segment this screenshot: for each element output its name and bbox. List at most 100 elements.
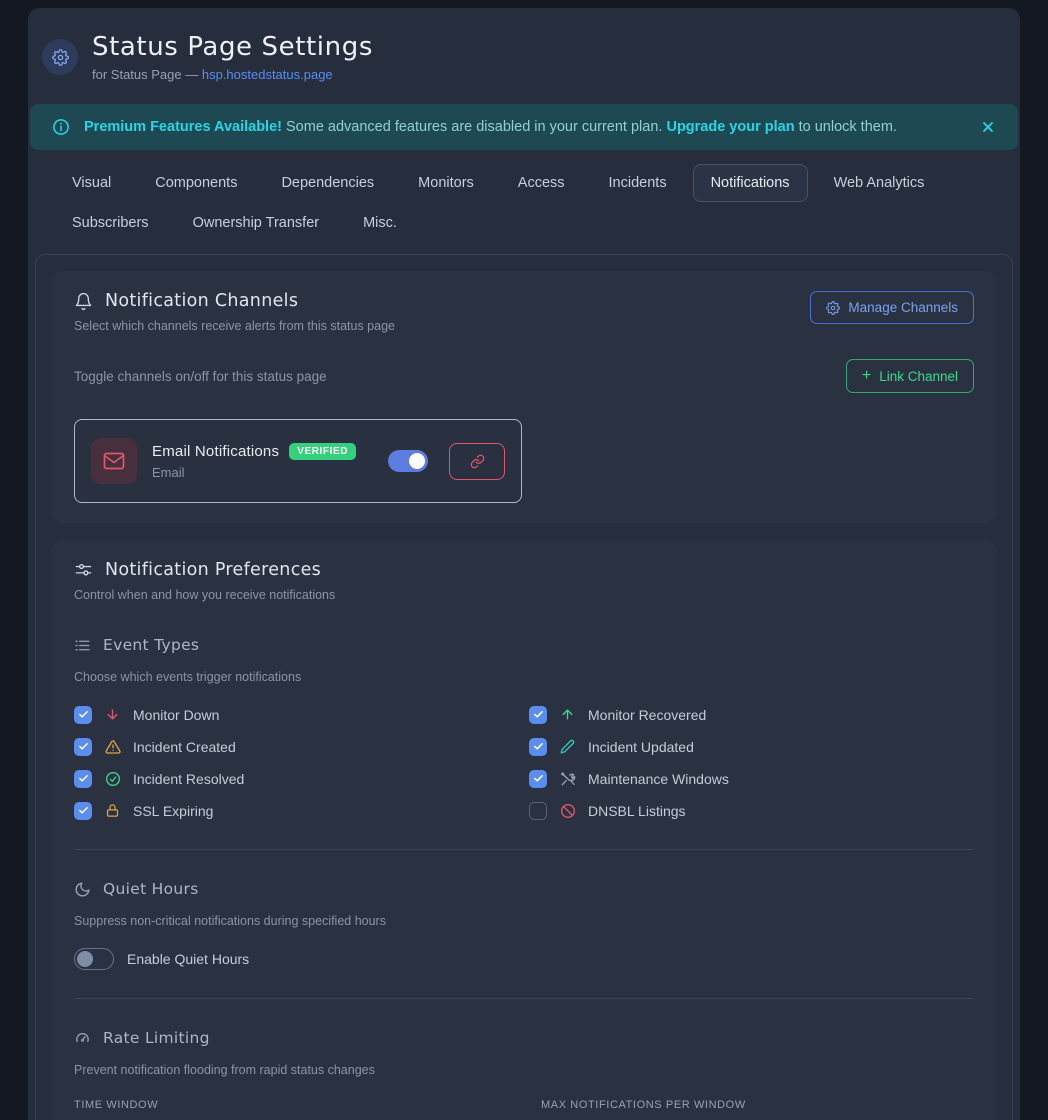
incident-resolved-checkbox[interactable] <box>74 770 92 788</box>
tab-monitors[interactable]: Monitors <box>400 164 492 202</box>
channel-type: Email <box>152 465 373 480</box>
tab-ownership-transfer[interactable]: Ownership Transfer <box>175 204 338 242</box>
link-channel-label: Link Channel <box>879 369 958 384</box>
settings-window: Status Page Settings for Status Page — h… <box>28 8 1020 1120</box>
check-circle-icon <box>104 771 121 787</box>
event-types-heading: Event Types <box>74 636 974 654</box>
banner-middle: Some advanced features are disabled in y… <box>282 119 666 135</box>
plus-icon: + <box>862 368 871 384</box>
pencil-icon <box>559 739 576 754</box>
event-label: SSL Expiring <box>133 803 213 819</box>
tab-dependencies[interactable]: Dependencies <box>263 164 392 202</box>
info-circle-icon <box>52 118 70 136</box>
verified-badge: VERIFIED <box>289 443 356 460</box>
premium-banner: Premium Features Available! Some advance… <box>30 104 1018 150</box>
arrow-up-icon <box>559 707 576 722</box>
toggle-hint: Toggle channels on/off for this status p… <box>74 369 327 384</box>
warning-triangle-icon <box>104 739 121 755</box>
monitor-down-checkbox[interactable] <box>74 706 92 724</box>
quiet-hours-subtitle: Suppress non-critical notifications duri… <box>74 914 974 928</box>
channel-name: Email Notifications <box>152 443 279 460</box>
quiet-hours-heading: Quiet Hours <box>74 880 974 898</box>
event-types-grid: Monitor Down Monitor Recovered Incident … <box>74 704 974 821</box>
gear-icon <box>826 301 840 315</box>
subtitle-text: for Status Page — <box>92 67 202 82</box>
preferences-title-row: Notification Preferences <box>74 560 974 580</box>
event-label: Monitor Down <box>133 707 219 723</box>
tab-subscribers[interactable]: Subscribers <box>54 204 167 242</box>
section-divider <box>74 849 974 850</box>
channels-title: Notification Channels <box>105 291 298 311</box>
event-incident-updated: Incident Updated <box>529 736 974 757</box>
tab-access[interactable]: Access <box>500 164 583 202</box>
rate-limiting-subtitle: Prevent notification flooding from rapid… <box>74 1063 974 1077</box>
manage-channels-button[interactable]: Manage Channels <box>810 291 974 324</box>
tab-notifications[interactable]: Notifications <box>693 164 808 202</box>
sliders-icon <box>74 561 93 580</box>
section-divider <box>74 998 974 999</box>
tab-incidents[interactable]: Incidents <box>591 164 685 202</box>
upgrade-plan-link[interactable]: Upgrade your plan <box>666 119 794 135</box>
settings-tabs: Visual Components Dependencies Monitors … <box>28 150 1020 242</box>
banner-text: Premium Features Available! Some advance… <box>84 119 897 135</box>
gear-icon <box>42 39 78 75</box>
link-channel-button[interactable]: + Link Channel <box>846 359 974 393</box>
maintenance-windows-checkbox[interactable] <box>529 770 547 788</box>
notification-preferences-card: Notification Preferences Control when an… <box>52 540 996 1120</box>
event-label: Incident Created <box>133 739 236 755</box>
event-label: Maintenance Windows <box>588 771 729 787</box>
page-header: Status Page Settings for Status Page — h… <box>28 8 1020 104</box>
moon-icon <box>74 881 91 898</box>
close-icon[interactable] <box>980 119 996 135</box>
bell-icon <box>74 292 93 311</box>
manage-channels-label: Manage Channels <box>848 300 958 315</box>
event-label: Incident Resolved <box>133 771 244 787</box>
event-monitor-recovered: Monitor Recovered <box>529 704 974 725</box>
event-incident-resolved: Incident Resolved <box>74 768 519 789</box>
time-window-label: TIME WINDOW <box>74 1099 524 1111</box>
quiet-hours-toggle-label: Enable Quiet Hours <box>127 951 249 967</box>
incident-updated-checkbox[interactable] <box>529 738 547 756</box>
tab-visual[interactable]: Visual <box>54 164 129 202</box>
lock-icon <box>104 803 121 818</box>
no-entry-icon <box>559 803 576 819</box>
gauge-icon <box>74 1030 91 1047</box>
event-dnsbl-listings: DNSBL Listings <box>529 800 974 821</box>
page-title: Status Page Settings <box>92 32 373 62</box>
tools-icon <box>559 771 576 787</box>
event-label: Incident Updated <box>588 739 694 755</box>
event-ssl-expiring: SSL Expiring <box>74 800 519 821</box>
notifications-tab-content: Notification Channels Select which chann… <box>35 254 1013 1120</box>
event-incident-created: Incident Created <box>74 736 519 757</box>
status-page-link[interactable]: hsp.hostedstatus.page <box>202 67 333 82</box>
max-notifications-label: MAX NOTIFICATIONS PER WINDOW <box>541 1099 986 1111</box>
email-channel-card: Email Notifications VERIFIED Email <box>74 419 522 503</box>
banner-suffix: to unlock them. <box>795 119 897 135</box>
notification-channels-card: Notification Channels Select which chann… <box>52 271 996 523</box>
envelope-icon <box>91 438 137 484</box>
event-label: Monitor Recovered <box>588 707 706 723</box>
email-channel-toggle[interactable] <box>388 450 428 472</box>
monitor-recovered-checkbox[interactable] <box>529 706 547 724</box>
ssl-expiring-checkbox[interactable] <box>74 802 92 820</box>
tab-misc[interactable]: Misc. <box>345 204 415 242</box>
dnsbl-listings-checkbox[interactable] <box>529 802 547 820</box>
link-icon[interactable] <box>449 443 505 480</box>
tab-web-analytics[interactable]: Web Analytics <box>816 164 943 202</box>
banner-bold: Premium Features Available! <box>84 119 282 135</box>
channels-subtitle: Select which channels receive alerts fro… <box>74 319 395 333</box>
arrow-down-icon <box>104 707 121 722</box>
quiet-hours-toggle[interactable] <box>74 948 114 970</box>
list-icon <box>74 637 91 654</box>
event-types-title: Event Types <box>103 636 199 654</box>
event-maintenance-windows: Maintenance Windows <box>529 768 974 789</box>
incident-created-checkbox[interactable] <box>74 738 92 756</box>
channels-title-row: Notification Channels <box>74 291 395 311</box>
event-label: DNSBL Listings <box>588 803 686 819</box>
quiet-hours-title: Quiet Hours <box>103 880 199 898</box>
page-subtitle: for Status Page — hsp.hostedstatus.page <box>92 67 373 82</box>
preferences-title: Notification Preferences <box>105 560 321 580</box>
preferences-subtitle: Control when and how you receive notific… <box>74 588 974 602</box>
rate-limiting-title: Rate Limiting <box>103 1029 210 1047</box>
tab-components[interactable]: Components <box>137 164 255 202</box>
